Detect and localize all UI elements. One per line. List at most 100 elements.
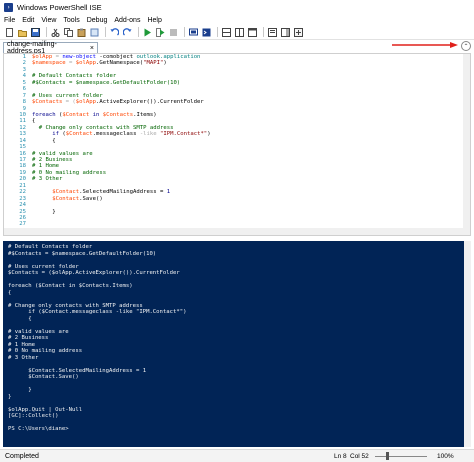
new-icon[interactable] <box>4 27 14 37</box>
collapse-script-pane-icon[interactable]: ⌃ <box>461 41 471 51</box>
toolbar-separator <box>138 27 139 37</box>
copy-icon[interactable] <box>63 27 73 37</box>
menu-tools[interactable]: Tools <box>63 17 79 24</box>
code-token: outlook.application <box>136 54 201 60</box>
script-editor[interactable]: 1 2 3 4 5 6 7 8 9 10 11 12 13 14 15 16 17 18 19 20 21 22 23 24 2… <box>3 53 471 236</box>
menu-file[interactable]: File <box>4 17 15 24</box>
zoom-slider-thumb[interactable] <box>386 452 389 460</box>
menu-bar: File Edit View Tools Debug Add-ons Help <box>0 15 474 25</box>
line-number: 27 <box>19 221 26 228</box>
console-pane[interactable]: # Default Contacts folder #$Contacts = $n… <box>3 241 471 447</box>
toolbar <box>0 25 474 40</box>
status-bar: Completed Ln 8 Col 52 100% <box>0 449 474 462</box>
column-number-indicator: Col 52 <box>350 452 369 460</box>
code-token: = ( <box>62 99 76 106</box>
menu-addons[interactable]: Add-ons <box>114 17 140 24</box>
line-number-gutter: 1 2 3 4 5 6 7 8 9 10 11 12 13 14 15 16 17 18 19 20 21 22 23 24 2… <box>4 54 28 235</box>
console-line: $Contacts = ($olApp.ActiveExplorer()).Cu… <box>8 270 180 276</box>
powershell-icon: › <box>4 3 13 12</box>
layout-max-icon[interactable] <box>247 27 257 37</box>
code-token: # 1 Home <box>32 163 59 170</box>
menu-edit[interactable]: Edit <box>22 17 34 24</box>
code-token: .messageclass <box>92 131 140 138</box>
toolbar-separator <box>105 27 106 37</box>
show-commands-icon[interactable] <box>280 27 290 37</box>
console-output: # Default Contacts folder #$Contacts = $n… <box>8 244 187 433</box>
console-line: if ($Contact.messageclass -like "IPM.Con… <box>8 309 187 315</box>
code-token: "IPM.Contact*" <box>160 131 208 138</box>
code-token: # 3 Other <box>32 176 63 183</box>
code-token: -comobject <box>96 54 137 60</box>
close-icon[interactable]: × <box>90 45 94 52</box>
code-token: $Contact <box>65 131 93 138</box>
window-title: Windows PowerShell ISE <box>17 3 102 12</box>
code-token: ) <box>207 131 211 138</box>
commands-addon-icon[interactable] <box>293 27 303 37</box>
script-code[interactable]: $olApp = new-object -comobject outlook.a… <box>32 54 462 228</box>
toolbar-separator <box>46 27 47 37</box>
cut-icon[interactable] <box>50 27 60 37</box>
tab-change-mailing-address[interactable]: change-mailing-address.ps1 × <box>3 41 98 55</box>
code-token: .GetNamespace( <box>96 60 144 67</box>
editor-vertical-scrollbar[interactable] <box>463 54 470 235</box>
code-token: $Contacts <box>32 99 63 106</box>
paste-icon[interactable] <box>76 27 86 37</box>
layout-top-icon[interactable] <box>221 27 231 37</box>
code-token: .Save() <box>79 195 103 202</box>
code-token: in <box>89 111 103 118</box>
toolbar-separator <box>217 27 218 37</box>
remote-icon[interactable] <box>188 27 198 37</box>
redo-icon[interactable] <box>122 27 132 37</box>
code-token: $olApp <box>32 54 53 60</box>
code-token: ( <box>58 131 66 138</box>
stop-icon[interactable] <box>168 27 178 37</box>
code-token: # 0 No mailing address <box>32 169 107 176</box>
title-bar: › Windows PowerShell ISE <box>0 0 474 15</box>
run-selection-icon[interactable] <box>155 27 165 37</box>
code-token: $Contacts <box>102 111 134 118</box>
code-token: -like <box>139 131 157 138</box>
show-script-icon[interactable] <box>267 27 277 37</box>
menu-help[interactable]: Help <box>147 17 161 24</box>
code-token: } <box>32 208 56 215</box>
layout-right-icon[interactable] <box>234 27 244 37</box>
code-token: $Contact <box>32 195 80 202</box>
code-token: foreach <box>32 111 56 118</box>
open-icon[interactable] <box>17 27 27 37</box>
annotation-arrow-icon <box>392 42 458 48</box>
line-number-indicator: Ln 8 <box>334 452 347 460</box>
code-token: = <box>65 60 76 67</box>
code-token: { <box>32 137 56 144</box>
undo-icon[interactable] <box>109 27 119 37</box>
powershell-tab-icon[interactable] <box>201 27 211 37</box>
run-icon[interactable] <box>142 27 152 37</box>
code-token: new-object <box>62 54 97 60</box>
zoom-slider-track[interactable] <box>375 456 427 457</box>
code-token: .ActiveExplorer()).CurrentFolder <box>96 99 204 106</box>
clear-icon[interactable] <box>89 27 99 37</box>
status-text: Completed <box>5 452 39 460</box>
toolbar-separator <box>184 27 185 37</box>
code-token: ) <box>163 60 167 67</box>
code-token: # 2 Business <box>32 157 73 163</box>
code-token: $olApp <box>75 60 97 67</box>
code-token: .Items) <box>133 111 157 118</box>
menu-view[interactable]: View <box>41 17 56 24</box>
save-icon[interactable] <box>30 27 40 37</box>
code-line[interactable] <box>32 221 462 227</box>
console-prompt: PS C:\Users\diane> <box>8 426 69 432</box>
zoom-level: 100% <box>437 452 454 460</box>
toolbar-separator <box>263 27 264 37</box>
code-token: $Contact <box>62 111 90 118</box>
code-token: 1 <box>166 189 171 196</box>
code-token: { <box>32 118 36 125</box>
console-vertical-scrollbar[interactable] <box>464 241 471 447</box>
code-token: $Contact <box>32 189 80 196</box>
code-token: #$Contacts = $namespace.GetDefaultFolder… <box>32 79 181 86</box>
code-token: # Change only contacts with SMTP address <box>32 124 174 131</box>
code-token: if <box>32 131 59 138</box>
code-token: $olApp <box>75 99 97 106</box>
editor-horizontal-scrollbar[interactable] <box>4 228 465 235</box>
menu-debug[interactable]: Debug <box>87 17 108 24</box>
code-token: "MAPI" <box>143 60 164 67</box>
